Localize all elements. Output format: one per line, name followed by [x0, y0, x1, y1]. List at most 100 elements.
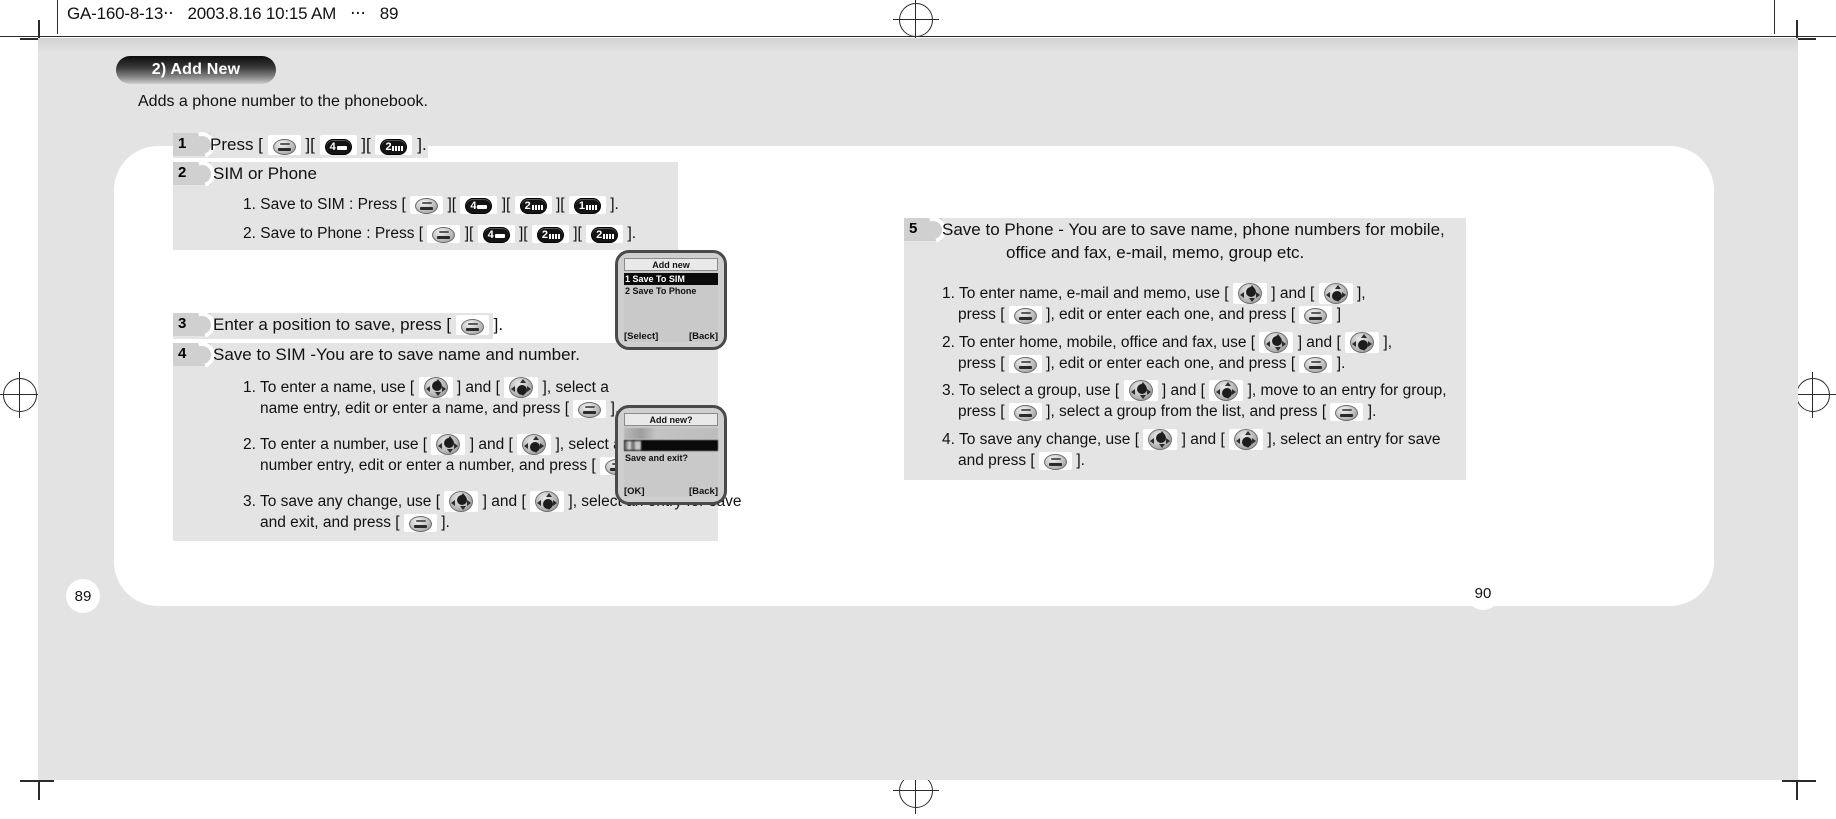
- step4-heading: Save to SIM -You are to save name and nu…: [213, 345, 580, 364]
- step5-item2-line1: 2. To enter home, mobile, office and fax…: [942, 332, 1392, 353]
- nav-up-key-icon: [1264, 332, 1289, 353]
- lcd-prompt-save-and-exit: Save and exit?: [625, 453, 689, 463]
- num-1-key-icon: 1: [573, 198, 601, 214]
- step2-number-badge: 2: [173, 156, 220, 192]
- step5-item1-d: press [: [958, 306, 1005, 323]
- step2-item1: 1. Save to SIM : Press [ ][ 4 ][ 2 ][ 1 …: [243, 196, 619, 214]
- step2-number: 2: [178, 164, 187, 181]
- nav-up-key-icon: [1148, 429, 1173, 450]
- step4-item1-line1: 1. To enter a name, use [ ] and [ ], sel…: [243, 377, 609, 398]
- nav-down-key-icon: [509, 377, 534, 398]
- step5-item3-line1: 3. To select a group, use [ ] and [ ], m…: [942, 380, 1447, 401]
- nav-down-key-icon: [1234, 429, 1259, 450]
- step2-item2-sep3: ][: [573, 225, 582, 242]
- step4-number-badge: 4: [173, 337, 220, 373]
- step1-number: 1: [178, 135, 187, 152]
- header-date: 2003.8.16 10:15 AM: [187, 4, 337, 23]
- step4-item2-line1: 2. To enter a number, use [ ] and [ ], s…: [243, 434, 622, 455]
- step4-item2-line2: number entry, edit or enter a number, an…: [260, 457, 646, 475]
- num-2-key-icon: 2: [536, 227, 564, 243]
- step4-item2-a: 2. To enter a number, use [: [243, 436, 428, 453]
- phone-screen-add-new: Add new 1 Save To SIM 2 Save To Phone [S…: [615, 250, 727, 350]
- step5-item3-c: ], move to an entry for group,: [1247, 382, 1447, 399]
- step5-heading-line1: Save to Phone - You are to save name, ph…: [942, 220, 1445, 239]
- ok-key-icon: [1304, 357, 1328, 373]
- step4-item3-a: 3. To save any change, use [: [243, 493, 441, 510]
- step5-item3-a: 3. To select a group, use [: [942, 382, 1120, 399]
- step5-item3-line2: press [ ], select a group from the list,…: [958, 403, 1376, 421]
- step3-text-b: ].: [493, 315, 504, 334]
- header-rule-left: [57, 0, 58, 34]
- nav-up-key-icon: [449, 491, 474, 512]
- ok-key-icon: [408, 516, 432, 532]
- ok-key-icon: [1335, 405, 1359, 421]
- nav-down-key-icon: [1323, 283, 1348, 304]
- step2-item1-end: ].: [610, 196, 619, 213]
- ok-key-icon: [1044, 454, 1067, 470]
- softkey-ok[interactable]: [OK]: [624, 486, 645, 497]
- nav-down-key-icon: [1214, 380, 1239, 401]
- step1-text-a: Press [: [210, 135, 263, 154]
- step5-number: 5: [909, 220, 918, 237]
- step2-item2-end: ].: [627, 225, 637, 242]
- step2-item2-label: 2. Save to Phone : Press [: [243, 225, 424, 242]
- step2-item2-sep2: ][: [518, 225, 528, 242]
- lcd-display: Add new 1 Save To SIM 2 Save To Phone [S…: [624, 258, 718, 342]
- page-number-left: 89: [66, 579, 100, 613]
- lcd-menu-item-save-to-sim[interactable]: 1 Save To SIM: [624, 273, 718, 285]
- step5-item4-c: ], select an entry for save: [1267, 431, 1441, 448]
- softkey-back[interactable]: [Back]: [689, 331, 718, 342]
- step4-item1-line2: name entry, edit or enter a name, and pr…: [260, 400, 619, 418]
- step5-item4-line1: 4. To save any change, use [ ] and [ ], …: [942, 429, 1441, 450]
- step4-item2-b: ] and [: [469, 436, 513, 453]
- num2-key-chip: 2: [375, 135, 413, 155]
- registration-mark-left: [0, 372, 43, 418]
- lcd-menu-item-save-to-phone[interactable]: 2 Save To Phone: [624, 285, 718, 297]
- lcd-blurred-row: [624, 428, 718, 439]
- step4-number: 4: [178, 345, 187, 362]
- num-2-key-icon: 2: [380, 139, 408, 155]
- step4-item2-d: number entry, edit or enter a number, an…: [260, 457, 596, 474]
- num-2-key-icon: 2: [591, 227, 619, 243]
- step2-item1-sep1: ][: [447, 196, 457, 213]
- softkey-back[interactable]: [Back]: [689, 486, 718, 497]
- section-intro-text: Adds a phone number to the phonebook.: [138, 93, 428, 110]
- step5-item4-e: ].: [1076, 452, 1085, 469]
- lcd-softkey-bar: [Select] [Back]: [624, 331, 718, 342]
- step4-item1-b: ] and [: [456, 379, 500, 396]
- step1-text-b: ][: [305, 135, 315, 154]
- ok-key-icon: [432, 227, 456, 243]
- step5-item2-c: ],: [1383, 334, 1393, 351]
- num-4-key-icon: 4: [482, 227, 510, 243]
- ok-key-chip: [267, 135, 301, 155]
- lcd-softkey-bar: [OK] [Back]: [624, 486, 718, 497]
- page-number-right: 90: [1466, 576, 1500, 610]
- lcd-selected-blurred-row: [624, 440, 718, 451]
- step4-item3-e: ].: [441, 514, 450, 531]
- step2-item1-label: 1. Save to SIM : Press [: [243, 196, 406, 213]
- step5-item2-f: ].: [1336, 355, 1346, 372]
- softkey-select[interactable]: [Select]: [624, 331, 658, 342]
- manual-page: GA-160-8-13·· 2003.8.16 10:15 AM ··· 89 2) …: [0, 0, 1836, 819]
- num-4-key-icon: 4: [324, 139, 352, 155]
- step2-item1-sep3: ][: [555, 196, 565, 213]
- step1-text-d: ].: [417, 135, 427, 154]
- step4-item2-c: ], select a: [555, 436, 622, 453]
- step1-text-c: ][: [361, 135, 371, 154]
- ok-key-icon: [460, 319, 484, 335]
- num4-key-chip: 4: [319, 135, 357, 155]
- step5-item3-d: press [: [958, 403, 1005, 420]
- num-2-key-icon: 2: [519, 198, 547, 214]
- step2-item1-sep2: ][: [501, 196, 511, 213]
- step5-item4-a: 4. To save any change, use [: [942, 431, 1140, 448]
- step5-item3-e: ], select a group from the list, and pre…: [1046, 403, 1327, 420]
- ok-key-icon: [1013, 357, 1037, 373]
- nav-up-key-icon: [1128, 380, 1153, 401]
- ok-key-icon: [272, 139, 296, 155]
- lcd-title: Add new?: [624, 413, 718, 426]
- page-canvas: 2) Add New Adds a phone number to the ph…: [38, 38, 1798, 780]
- ok-key-icon: [1013, 308, 1037, 324]
- header-cjk-2: ···: [350, 4, 366, 24]
- nav-down-key-icon: [522, 434, 547, 455]
- step5-item1-e: ], edit or enter each one, and press [: [1046, 306, 1296, 323]
